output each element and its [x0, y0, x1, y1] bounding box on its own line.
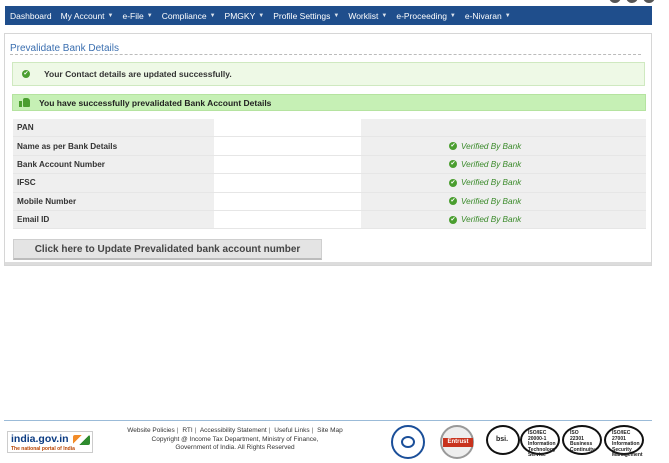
row-value [214, 119, 361, 137]
nav-pmgky[interactable]: PMGKY ▼ [225, 11, 265, 21]
nav-e-nivaran[interactable]: e-Nivaran ▼ [465, 11, 511, 21]
footer-link-website-policies[interactable]: Website Policies [127, 427, 175, 434]
row-label: Mobile Number [17, 196, 77, 206]
copyright-line-2: Government of India. All Rights Reserved [175, 444, 295, 451]
row-label: Email ID [17, 215, 50, 225]
copyright-line-1: Copyright @ Income Tax Department, Minis… [151, 435, 319, 443]
nav-profile-settings[interactable]: Profile Settings ▼ [273, 11, 339, 21]
footer-links: Website Policies | RTI | Accessibility Sta… [100, 427, 370, 453]
row-label: Name as per Bank Details [17, 141, 118, 151]
prevalidation-success-text: You have successfully prevalidated Bank … [39, 97, 272, 108]
check-circle-icon: ✔ [449, 215, 457, 224]
title-divider [10, 54, 641, 55]
row-status: ✔ Verified By Bank [361, 174, 646, 191]
chevron-down-icon: ▼ [209, 12, 216, 19]
table-row-ifsc: IFSC ✔ Verified By Bank [13, 174, 646, 193]
check-circle-icon: ✔ [449, 178, 457, 187]
bsi-logo: bsi. [486, 425, 520, 455]
check-circle-icon: ✔ [449, 160, 457, 169]
prevalidate-panel: Prevalidate Bank Details ✔ Your Contact … [4, 33, 652, 266]
row-value [214, 155, 361, 174]
chevron-down-icon: ▼ [258, 12, 265, 19]
table-row-email: Email ID ✔ Verified By Bank [13, 210, 646, 230]
footer-link-site-map[interactable]: Site Map [317, 427, 343, 434]
nav-label: e-Proceeding [396, 10, 447, 21]
nav-label: Profile Settings [273, 10, 331, 21]
nav-e-file[interactable]: e-File ▼ [122, 11, 152, 21]
row-value [214, 137, 361, 155]
row-status: ✔ Verified By Bank [361, 137, 646, 154]
iso-27001-badge: ISO/IEC 27001 Information Security Managem… [604, 425, 644, 458]
india-gov-logo[interactable]: india.gov.in The national portal of Indi… [7, 431, 93, 453]
check-circle-icon: ✔ [449, 197, 457, 206]
page-title: Prevalidate Bank Details [10, 43, 119, 54]
nav-label: e-File [122, 10, 144, 21]
prevalidation-success-alert: You have successfully prevalidated Bank … [12, 94, 646, 111]
nav-label: PMGKY [224, 10, 256, 21]
cqi-logo [391, 425, 425, 459]
iso-certifications: bsi. ISO/IEC 20000-1 Information Technolog… [486, 425, 646, 458]
footer-link-rti[interactable]: RTI [182, 427, 192, 434]
nav-my-account[interactable]: My Account ▼ [61, 11, 114, 21]
verified-text: Verified By Bank [461, 159, 522, 169]
nav-worklist[interactable]: Worklist ▼ [348, 11, 387, 21]
entrust-logo: Entrust [440, 425, 474, 459]
table-row-name: Name as per Bank Details ✔ Verified By Ba… [13, 137, 646, 156]
row-label: PAN [17, 123, 34, 133]
footer-link-useful-links[interactable]: Useful Links [274, 427, 309, 434]
check-circle-icon: ✔ [449, 142, 457, 151]
nav-e-proceeding[interactable]: e-Proceeding ▼ [396, 11, 456, 21]
thumbs-up-icon [19, 98, 30, 107]
row-status: ✔ Verified By Bank [361, 156, 646, 173]
verified-text: Verified By Bank [461, 215, 522, 225]
logo-text: india.gov.in [11, 433, 69, 445]
chevron-down-icon: ▼ [504, 12, 511, 19]
row-value [214, 192, 361, 210]
contact-success-text: Your Contact details are updated success… [44, 69, 232, 79]
entrust-label: Entrust [443, 438, 473, 447]
top-decoration [609, 0, 655, 3]
chevron-down-icon: ▼ [381, 12, 388, 19]
row-value [214, 210, 361, 229]
row-status [361, 119, 646, 136]
row-value [214, 174, 361, 192]
footer-link-accessibility[interactable]: Accessibility Statement [200, 427, 267, 434]
nav-label: Compliance [161, 10, 207, 21]
logo-subtext: The national portal of India [11, 446, 75, 452]
nav-label: My Account [60, 10, 105, 21]
footer-divider [4, 420, 652, 421]
nav-label: Dashboard [10, 10, 52, 21]
row-status: ✔ Verified By Bank [361, 193, 646, 210]
row-status: ✔ Verified By Bank [361, 211, 646, 228]
table-row-mobile: Mobile Number ✔ Verified By Bank [13, 192, 646, 211]
nav-compliance[interactable]: Compliance ▼ [162, 11, 216, 21]
row-label: IFSC [17, 178, 36, 188]
nav-dashboard[interactable]: Dashboard [10, 11, 52, 21]
chevron-down-icon: ▼ [107, 12, 114, 19]
verified-text: Verified By Bank [461, 196, 522, 206]
verified-text: Verified By Bank [461, 141, 522, 151]
bank-details-table: PAN Name as per Bank Details ✔ Verified B… [13, 119, 646, 230]
nav-label: e-Nivaran [464, 10, 502, 21]
check-circle-icon: ✔ [22, 70, 30, 78]
panel-bottom-border [5, 262, 651, 265]
iso-20000-badge: ISO/IEC 20000-1 Information Technology Ser… [520, 425, 560, 458]
contact-success-alert: ✔ Your Contact details are updated succe… [12, 62, 645, 86]
iso-22301-badge: ISO 22301 Business Continuity [562, 425, 602, 455]
chevron-down-icon: ▼ [333, 12, 340, 19]
row-label: Bank Account Number [17, 159, 105, 169]
nav-label: Worklist [348, 10, 379, 21]
flag-icon [73, 435, 90, 445]
table-row-pan: PAN [13, 119, 646, 138]
verified-text: Verified By Bank [461, 178, 522, 188]
main-nav: Dashboard My Account ▼ e-File ▼ Compliance… [5, 6, 652, 25]
table-row-account-number: Bank Account Number ✔ Verified By Bank [13, 155, 646, 175]
update-bank-account-button[interactable]: Click here to Update Prevalidated bank a… [13, 239, 322, 260]
chevron-down-icon: ▼ [146, 12, 153, 19]
chevron-down-icon: ▼ [449, 12, 456, 19]
